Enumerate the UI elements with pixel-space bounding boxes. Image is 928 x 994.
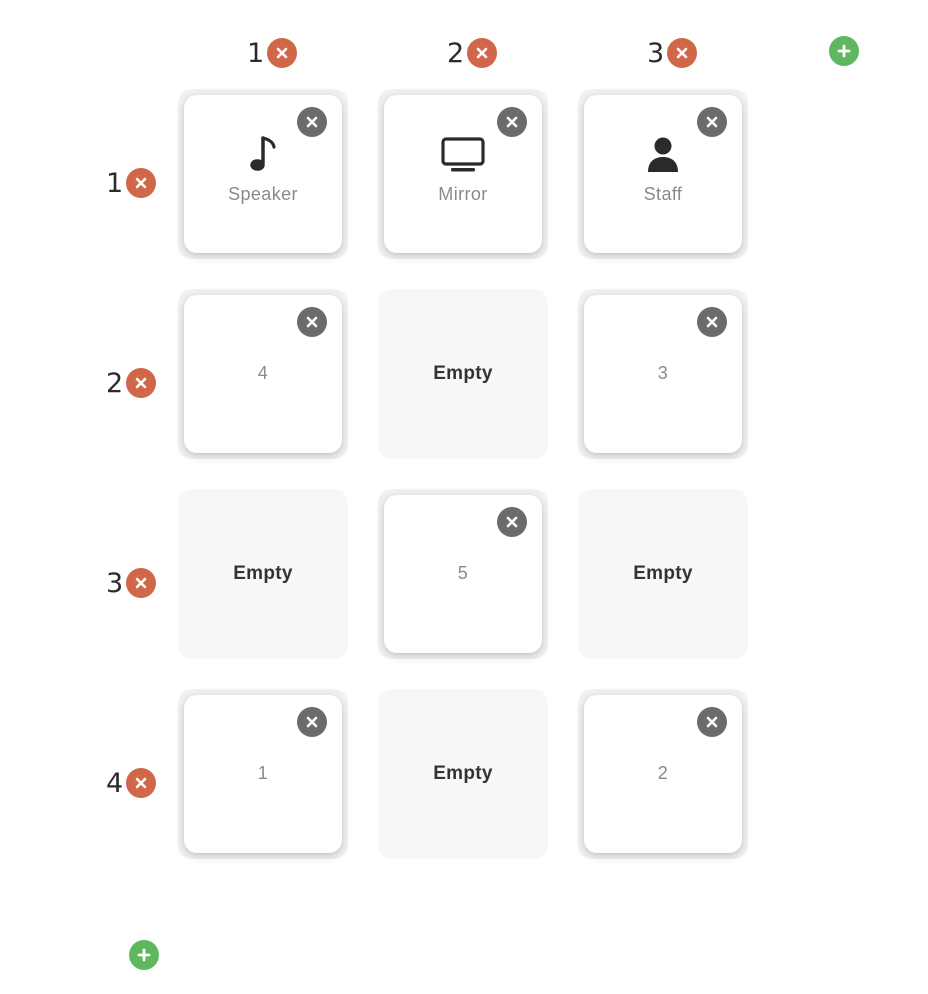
remove-item-button[interactable] xyxy=(297,107,327,137)
close-icon xyxy=(276,47,288,59)
column-header-2: 2 xyxy=(447,36,498,70)
music-note-icon xyxy=(184,135,342,175)
item-number: 2 xyxy=(657,763,669,783)
grid-cell: Mirror xyxy=(378,89,548,259)
empty-cell[interactable]: Empty xyxy=(178,489,348,659)
remove-item-button[interactable] xyxy=(297,707,327,737)
remove-item-button[interactable] xyxy=(497,507,527,537)
close-icon xyxy=(706,116,718,128)
row-header-1: 1 xyxy=(106,166,157,200)
close-icon xyxy=(506,116,518,128)
empty-label: Empty xyxy=(233,563,293,584)
remove-column-1-button[interactable] xyxy=(267,38,298,68)
remove-row-1-button[interactable] xyxy=(126,168,157,198)
remove-row-4-button[interactable] xyxy=(126,768,157,798)
empty-label: Empty xyxy=(433,363,493,384)
item-label: Mirror xyxy=(438,184,488,204)
column-header-1: 1 xyxy=(247,36,298,70)
row-number: 3 xyxy=(106,567,124,599)
column-number: 1 xyxy=(247,37,265,69)
empty-cell[interactable]: Empty xyxy=(578,489,748,659)
item-card[interactable]: 2 xyxy=(584,695,742,853)
row-number: 2 xyxy=(106,367,124,399)
close-icon xyxy=(706,316,718,328)
empty-label: Empty xyxy=(633,563,693,584)
item-number: 5 xyxy=(457,563,469,583)
grid-cell: 1 xyxy=(178,689,348,859)
remove-item-button[interactable] xyxy=(697,307,727,337)
grid-cell: 4 xyxy=(178,289,348,459)
add-row-button[interactable] xyxy=(129,940,159,970)
column-header-3: 3 xyxy=(647,36,698,70)
item-card[interactable]: 5 xyxy=(384,495,542,653)
plus-icon xyxy=(137,948,151,962)
row-header-4: 4 xyxy=(106,766,157,800)
remove-row-2-button[interactable] xyxy=(126,368,157,398)
empty-cell[interactable]: Empty xyxy=(378,689,548,859)
item-card-staff[interactable]: Staff xyxy=(584,95,742,253)
item-number: 3 xyxy=(657,363,669,383)
remove-column-2-button[interactable] xyxy=(467,38,498,68)
close-icon xyxy=(476,47,488,59)
empty-label: Empty xyxy=(433,763,493,784)
grid-cell: Staff xyxy=(578,89,748,259)
remove-item-button[interactable] xyxy=(297,307,327,337)
column-number: 2 xyxy=(447,37,465,69)
item-card-mirror[interactable]: Mirror xyxy=(384,95,542,253)
remove-column-3-button[interactable] xyxy=(667,38,698,68)
row-header-2: 2 xyxy=(106,366,157,400)
grid-cell: 3 xyxy=(578,289,748,459)
person-icon xyxy=(584,135,742,175)
row-number: 1 xyxy=(106,167,124,199)
item-card[interactable]: 4 xyxy=(184,295,342,453)
item-number: 4 xyxy=(257,363,269,383)
empty-cell[interactable]: Empty xyxy=(378,289,548,459)
grid-cell: Speaker xyxy=(178,89,348,259)
column-number: 3 xyxy=(647,37,665,69)
close-icon xyxy=(506,516,518,528)
grid-cell: 5 xyxy=(378,489,548,659)
monitor-icon xyxy=(384,135,542,175)
close-icon xyxy=(306,116,318,128)
remove-item-button[interactable] xyxy=(497,107,527,137)
grid-cell: 2 xyxy=(578,689,748,859)
remove-item-button[interactable] xyxy=(697,107,727,137)
close-icon xyxy=(135,177,147,189)
close-icon xyxy=(135,777,147,789)
row-number: 4 xyxy=(106,767,124,799)
close-icon xyxy=(135,377,147,389)
close-icon xyxy=(306,316,318,328)
item-card[interactable]: 3 xyxy=(584,295,742,453)
close-icon xyxy=(135,577,147,589)
add-column-button[interactable] xyxy=(829,36,859,66)
close-icon xyxy=(676,47,688,59)
item-label: Staff xyxy=(643,184,683,204)
close-icon xyxy=(706,716,718,728)
item-card[interactable]: 1 xyxy=(184,695,342,853)
item-number: 1 xyxy=(257,763,269,783)
remove-row-3-button[interactable] xyxy=(126,568,157,598)
row-header-3: 3 xyxy=(106,566,157,600)
remove-item-button[interactable] xyxy=(697,707,727,737)
item-label: Speaker xyxy=(228,184,298,204)
close-icon xyxy=(306,716,318,728)
plus-icon xyxy=(837,44,851,58)
item-card-speaker[interactable]: Speaker xyxy=(184,95,342,253)
